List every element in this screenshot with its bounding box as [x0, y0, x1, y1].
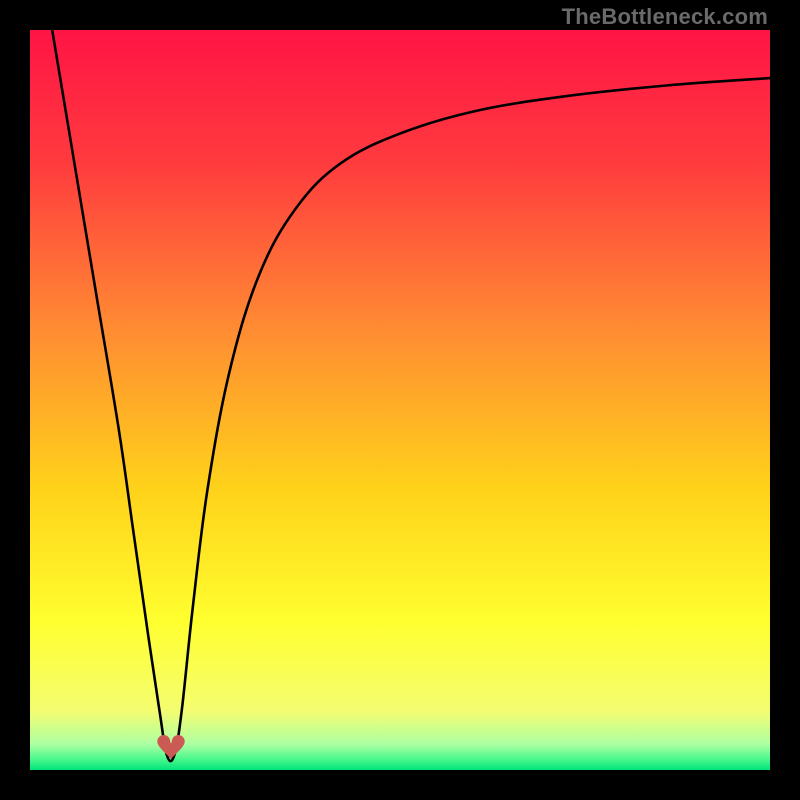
chart-frame: TheBottleneck.com: [0, 0, 800, 800]
bottleneck-curve: [30, 30, 770, 770]
watermark-text: TheBottleneck.com: [562, 4, 768, 30]
plot-area: [30, 30, 770, 770]
